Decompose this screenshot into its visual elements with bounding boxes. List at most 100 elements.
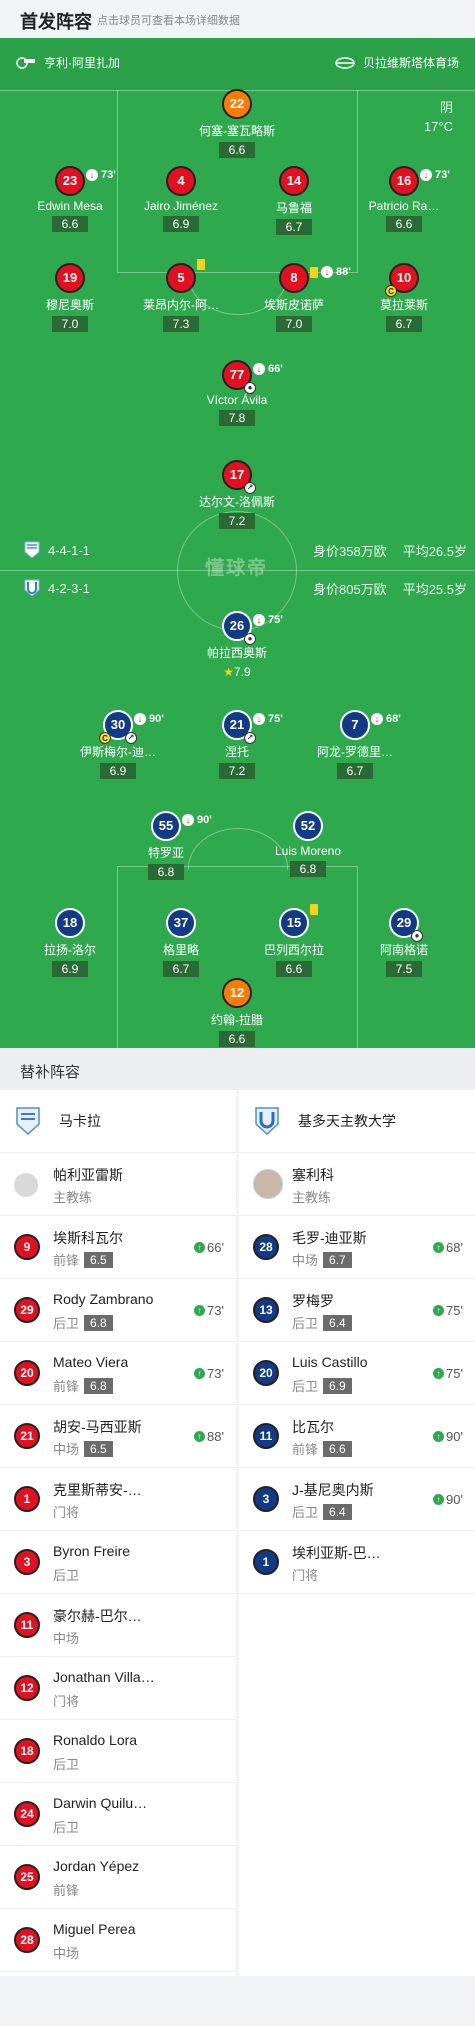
player-home-77[interactable]: 77 ↓ 66' ● Víctor Ávila 7.8 xyxy=(177,360,297,427)
bench-player-row[interactable]: 21 胡安-马西亚斯 中场 6.5 ↑ 88' xyxy=(0,1405,236,1468)
bench-player-row[interactable]: 24 Darwin Quilu… 后卫 xyxy=(0,1783,236,1846)
bench-player-row[interactable]: 12 Jonathan Villa… 门将 xyxy=(0,1657,236,1720)
bench-player-row[interactable]: 20 Mateo Viera 前锋 6.8 ↑ 73' xyxy=(0,1342,236,1405)
bench-player-row[interactable]: 11 豪尔赫-巴尔… 中场 xyxy=(0,1594,236,1657)
bench-team-header: 马卡拉 xyxy=(0,1090,236,1153)
bench-player-row[interactable]: 20 Luis Castillo 后卫 6.9 ↑ 75' xyxy=(239,1342,475,1405)
sub-in: ↑ 90' xyxy=(433,1429,463,1444)
coach-row[interactable]: 帕利亚雷斯 主教练 xyxy=(0,1153,236,1216)
player-number: 13 xyxy=(253,1297,279,1323)
player-home-19[interactable]: 19 穆尼奥斯 7.0 xyxy=(10,263,130,333)
bench-player-row[interactable]: 18 Ronaldo Lora 后卫 xyxy=(0,1720,236,1783)
player-rating: 6.8 xyxy=(84,1314,113,1331)
goal-ball-icon: ● xyxy=(244,382,256,394)
player-number: 11 xyxy=(253,1423,279,1449)
star-icon: ★ xyxy=(223,665,235,679)
player-rating: 6.7 xyxy=(323,1251,352,1268)
player-number-text: 8 xyxy=(290,270,298,285)
page-subtitle: 点击球员可查看本场详细数据 xyxy=(97,15,240,27)
bench-player-row[interactable]: 11 比瓦尔 前锋 6.6 ↑ 90' xyxy=(239,1405,475,1468)
player-home-5[interactable]: 5 莱昂内尔-阿… 7.3 xyxy=(121,259,241,333)
player-position: 前锋 xyxy=(53,1253,80,1268)
player-name: Patricio Ra… xyxy=(368,199,440,213)
bench-player-row[interactable]: 9 埃斯科瓦尔 前锋 6.5 ↑ 66' xyxy=(0,1216,236,1279)
bench-player-row[interactable]: 13 罗梅罗 后卫 6.4 ↑ 75' xyxy=(239,1279,475,1342)
sub-minute: 66' xyxy=(268,363,283,375)
player-away-7[interactable]: 7 ↓ 68' 阿龙-罗德里… 6.7 xyxy=(295,710,415,780)
player-name: Jairo Jiménez xyxy=(143,199,219,213)
sub-in: ↑ 73' xyxy=(194,1366,224,1381)
captain-icon: C xyxy=(385,285,397,297)
player-away-55[interactable]: 55 ↓ 90' 特罗亚 6.8 xyxy=(106,811,226,881)
sub-in-icon: ↑ xyxy=(433,1305,445,1316)
player-name: Darwin Quilu… xyxy=(53,1795,148,1811)
sub-in-minute: 75' xyxy=(446,1303,463,1318)
player-name: 格里略 xyxy=(162,943,199,957)
player-number: 18 xyxy=(55,908,85,938)
player-away-15[interactable]: 15 巴列西尔拉 6.6 xyxy=(234,904,354,978)
player-name: 埃斯科瓦尔 xyxy=(53,1230,123,1246)
yellow-card-icon xyxy=(197,259,205,270)
player-away-18[interactable]: 18 拉扬-洛尔 6.9 xyxy=(10,908,130,978)
sub-in-icon: ↑ xyxy=(194,1305,206,1316)
sub-event: ↓ 73' xyxy=(420,162,450,188)
bench-player-row[interactable]: 1 克里斯蒂安-… 门将 xyxy=(0,1468,236,1531)
player-away-21[interactable]: 21 ↓ 75' ↗ 涅托 7.2 xyxy=(177,710,297,780)
bench-player-row[interactable]: 28 Miguel Perea 中场 xyxy=(0,1909,236,1972)
player-name: 何塞-塞瓦略斯 xyxy=(199,124,275,138)
player-away-12[interactable]: 12 约翰-拉腊 6.6 xyxy=(177,978,297,1048)
bench-player-row[interactable]: 3 J-基尼奥内斯 后卫 6.4 ↑ 90' xyxy=(239,1468,475,1531)
player-name: 比瓦尔 xyxy=(292,1419,334,1435)
bench-player-row[interactable]: 1 埃利亚斯-巴… 门将 xyxy=(239,1531,475,1594)
sub-event: ↓ 90' xyxy=(182,807,212,833)
player-number: 52 xyxy=(293,811,323,841)
player-away-26[interactable]: 26 ↓ 75' ● 帕拉西奥斯 ★7.9 xyxy=(177,611,297,681)
bench-player-row[interactable]: 3 Byron Freire 后卫 xyxy=(0,1531,236,1594)
player-home-22[interactable]: 22 何塞-塞瓦略斯 6.6 xyxy=(177,89,297,159)
player-away-37[interactable]: 37 格里略 6.7 xyxy=(121,908,241,978)
sub-in: ↑ 66' xyxy=(194,1240,224,1255)
player-number: 15 xyxy=(279,904,318,938)
player-position-row: 后卫 6.9 xyxy=(292,1376,352,1395)
player-name: 毛罗-迪亚斯 xyxy=(292,1230,367,1246)
player-number: 1 xyxy=(14,1486,40,1512)
bench-left: 马卡拉 帕利亚雷斯 主教练 9 埃斯科瓦尔 前锋 6.5 ↑ 66' 29 Rody Zamb… xyxy=(0,1090,236,1976)
sub-event: ↓ 68' xyxy=(371,706,401,732)
sub-in-minute: 90' xyxy=(446,1429,463,1444)
player-away-29[interactable]: 29 ● 阿南格诺 7.5 xyxy=(344,908,464,978)
player-home-14[interactable]: 14 马鲁福 6.7 xyxy=(234,166,354,236)
player-home-8[interactable]: 8 ↓ 88' 埃斯皮诺萨 7.0 xyxy=(234,263,354,333)
bench-player-row[interactable]: 28 毛罗-迪亚斯 中场 6.7 ↑ 68' xyxy=(239,1216,475,1279)
player-number: 22 xyxy=(222,89,252,119)
player-number: 20 xyxy=(253,1360,279,1386)
player-home-17[interactable]: 17 ↗ 达尔文-洛佩斯 7.2 xyxy=(177,460,297,530)
player-name: Luis Castillo xyxy=(292,1354,368,1370)
player-name: Byron Freire xyxy=(53,1543,131,1559)
player-home-4[interactable]: 4 Jairo Jiménez 6.9 xyxy=(121,166,241,233)
assist-icon: ↗ xyxy=(244,732,256,744)
coach-row[interactable]: 塞利科 主教练 xyxy=(239,1153,475,1216)
sub-in-minute: 88' xyxy=(207,1429,224,1444)
stadium-name: 贝拉维斯塔体育场 xyxy=(362,56,459,70)
away-team-value: 身价805万欧 平均25.5岁 xyxy=(313,579,467,598)
bench-header: 替补阵容 xyxy=(0,1048,475,1090)
player-rating: 6.9 xyxy=(323,1377,352,1394)
player-home-16[interactable]: 16 ↓ 73' Patricio Ra… 6.6 xyxy=(344,166,464,233)
player-number-text: 5 xyxy=(177,270,185,285)
player-position-row: 中场 6.7 xyxy=(292,1250,352,1269)
player-home-23[interactable]: 23 ↓ 73' Edwin Mesa 6.6 xyxy=(10,166,130,233)
player-name: 涅托 xyxy=(224,745,249,759)
bench-player-row[interactable]: 29 Rody Zambrano 后卫 6.8 ↑ 73' xyxy=(0,1279,236,1342)
player-number: 77 ↓ 66' ● xyxy=(222,360,283,394)
player-name: 埃斯皮诺萨 xyxy=(263,298,324,312)
watermark: 懂球帝 xyxy=(205,558,269,579)
player-away-30[interactable]: 30 ↓ 90' C ↗ 伊斯梅尔-迪… 6.9 xyxy=(58,710,178,780)
player-number-text: 23 xyxy=(62,173,78,188)
bench-player-row[interactable]: 25 Jordan Yépez 前锋 xyxy=(0,1846,236,1909)
player-rating: 6.9 xyxy=(163,216,199,232)
player-number: 24 xyxy=(14,1801,40,1827)
bench-list: 28 毛罗-迪亚斯 中场 6.7 ↑ 68' 13 罗梅罗 后卫 6.4 ↑ 75' 20 Luis Ca… xyxy=(239,1216,475,1594)
player-away-52[interactable]: 52 Luis Moreno 6.8 xyxy=(248,811,368,878)
sub-out-icon: ↓ xyxy=(371,713,383,725)
player-home-10[interactable]: 10 C 莫拉莱斯 6.7 xyxy=(344,263,464,333)
